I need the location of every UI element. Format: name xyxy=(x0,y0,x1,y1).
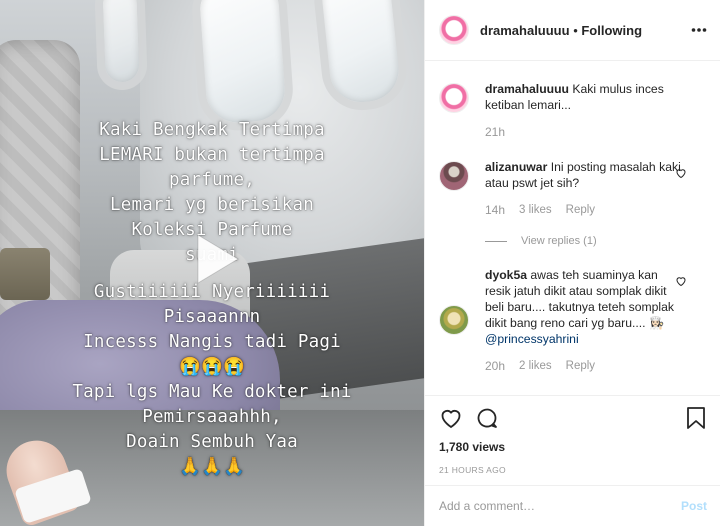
caption-line: Pisaaannn xyxy=(163,307,261,327)
add-comment-input[interactable] xyxy=(439,499,681,513)
add-comment-bar: Post xyxy=(425,485,720,526)
caption-line: Incesss Nangis tadi Pagi xyxy=(83,332,341,352)
comment-likes[interactable]: 2 likes xyxy=(519,360,552,372)
cabin-window xyxy=(94,0,148,91)
caption-line: Doain Sembuh Yaa xyxy=(126,432,298,452)
bookmark-icon[interactable] xyxy=(685,406,707,430)
comment-username[interactable]: dyok5a xyxy=(485,268,527,282)
avatar[interactable] xyxy=(439,161,469,191)
comment-time[interactable]: 21h xyxy=(485,125,505,139)
post-sidebar: dramahaluuuu • Following dramahaluuuu Ka… xyxy=(424,0,720,526)
caption-line: parfume, xyxy=(169,170,255,190)
following-button[interactable]: Following xyxy=(581,23,642,38)
caption-line: 🙏🙏🙏 xyxy=(179,457,245,477)
replies-divider xyxy=(485,240,507,242)
comment-text: dyok5a awas teh suaminya kan resik jatuh… xyxy=(485,267,685,347)
comment-meta: 20h 2 likes Reply xyxy=(485,359,707,373)
post-comment-button[interactable]: Post xyxy=(681,499,707,513)
comment-username[interactable]: dramahaluuuu xyxy=(485,82,569,96)
comment-likes[interactable]: 3 likes xyxy=(519,204,552,216)
action-icons xyxy=(439,406,707,430)
caption-line: 😭😭😭 xyxy=(179,357,245,377)
comment-meta: 14h 3 likes Reply xyxy=(485,203,707,217)
post-header: dramahaluuuu • Following xyxy=(425,0,720,61)
comment-item: alizanuwar Ini posting masalah kaki atau… xyxy=(439,159,707,217)
comment-text: alizanuwar Ini posting masalah kaki atau… xyxy=(485,159,685,191)
mention-link[interactable]: @princessyahrini xyxy=(485,332,579,346)
caption-line: Pemirsaaahhh, xyxy=(142,407,282,427)
comment-meta: 21h xyxy=(485,125,707,139)
comment-bubble-icon[interactable] xyxy=(475,406,499,430)
comment-item: dyok5a awas teh suaminya kan resik jatuh… xyxy=(439,267,707,373)
heart-icon[interactable] xyxy=(439,406,463,430)
post-actions: 1,780 views 21 HOURS AGO xyxy=(425,395,720,485)
comments-list[interactable]: dramahaluuuu Kaki mulus inces ketiban le… xyxy=(425,61,720,395)
view-count[interactable]: 1,780 views xyxy=(439,440,707,454)
caption-comment: dramahaluuuu Kaki mulus inces ketiban le… xyxy=(439,81,707,139)
like-comment-heart-icon[interactable] xyxy=(675,275,687,287)
caption-line: Tapi lgs Mau Ke dokter ini xyxy=(72,382,352,402)
caption-line: Kaki Bengkak Tertimpa xyxy=(99,120,325,140)
avatar[interactable] xyxy=(439,83,469,113)
comment-username[interactable]: alizanuwar xyxy=(485,160,547,174)
comment-text: dramahaluuuu Kaki mulus inces ketiban le… xyxy=(485,81,685,113)
view-replies-button[interactable]: View replies (1) xyxy=(485,235,707,247)
view-replies-label: View replies (1) xyxy=(521,235,597,247)
comment-time[interactable]: 14h xyxy=(485,203,505,217)
video-caption: Kaki Bengkak Tertimpa LEMARI bukan terti… xyxy=(10,118,414,480)
avatar[interactable] xyxy=(439,305,469,335)
like-comment-heart-icon[interactable] xyxy=(675,167,687,179)
reply-button[interactable]: Reply xyxy=(566,360,595,372)
reply-button[interactable]: Reply xyxy=(566,204,595,216)
post-timestamp[interactable]: 21 HOURS AGO xyxy=(439,465,707,475)
avatar[interactable] xyxy=(439,15,469,45)
comment-time[interactable]: 20h xyxy=(485,359,505,373)
more-options-icon[interactable] xyxy=(691,22,707,38)
caption-line: LEMARI bukan tertimpa xyxy=(99,145,325,165)
caption-line: Lemari yg berisikan xyxy=(110,195,314,215)
username-link[interactable]: dramahaluuuu xyxy=(480,23,570,38)
header-separator: • xyxy=(569,22,582,38)
cabin-window xyxy=(189,0,296,134)
post-video[interactable]: Kaki Bengkak Tertimpa LEMARI bukan terti… xyxy=(0,0,424,526)
play-icon[interactable] xyxy=(184,229,244,289)
